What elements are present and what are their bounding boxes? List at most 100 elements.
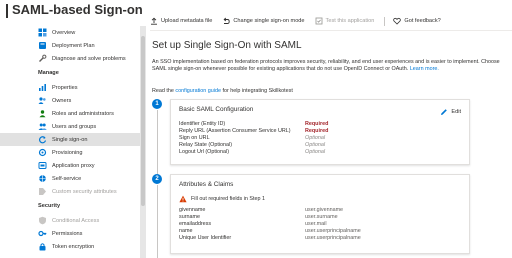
sidebar-item-roles[interactable]: Roles and administrators (0, 107, 140, 120)
attributes-claims-card: Attributes & Claims Fill out required fi… (170, 174, 470, 254)
sidebar-item-label: Application proxy (52, 162, 95, 169)
title-divider (6, 4, 8, 18)
refresh-icon (38, 135, 47, 144)
claim-value: user.userprincipalname (305, 228, 361, 234)
sidebar-item-token-encryption[interactable]: Token encryption (0, 240, 140, 253)
field-value: Optional (305, 135, 326, 141)
configuration-guide-link[interactable]: configuration guide (175, 88, 221, 94)
field-row: Identifier (Entity ID) Required (179, 121, 463, 128)
field-label: Relay State (Optional) (179, 142, 233, 148)
pencil-icon (440, 108, 448, 116)
sidebar-item-conditional-access[interactable]: Conditional Access (0, 214, 140, 227)
read-suffix: for help integrating Skillkotest (222, 88, 293, 94)
section-header-manage: Manage (38, 70, 59, 76)
card-title: Attributes & Claims (179, 181, 234, 188)
edit-button[interactable]: Edit (440, 108, 461, 116)
sidebar-item-provisioning[interactable]: Provisioning (0, 146, 140, 159)
lock-icon (38, 242, 47, 251)
sidebar-item-label: Single sign-on (52, 136, 88, 143)
test-application-button[interactable]: Test this application (315, 17, 375, 25)
sidebar-item-self-service[interactable]: Self-service (0, 172, 140, 185)
field-value: Required (305, 121, 329, 127)
upload-metadata-button[interactable]: Upload metadata file (150, 17, 212, 25)
warning-message: Fill out required fields in Step 1 (179, 195, 265, 203)
tag-icon (38, 187, 47, 196)
sidebar-item-label: Custom security attributes (52, 188, 117, 195)
sidebar-item-diagnose[interactable]: Diagnose and solve problems (0, 52, 140, 65)
section-header-security: Security (38, 203, 61, 209)
undo-icon (222, 17, 230, 25)
description-text: An SSO implementation based on federatio… (152, 59, 500, 72)
test-icon (315, 17, 323, 25)
page-title: SAML-based Sign-on (12, 2, 143, 17)
claim-value: user.surname (305, 214, 338, 220)
learn-more-link[interactable]: Learn more. (410, 66, 439, 72)
warning-icon (179, 195, 187, 203)
sidebar-scrollbar[interactable] (140, 26, 146, 258)
claim-label: givenname (179, 207, 206, 213)
upload-icon (150, 17, 158, 25)
sidebar-item-label: Deployment Plan (52, 42, 95, 49)
key-icon (38, 229, 47, 238)
sidebar-item-owners[interactable]: Owners (0, 94, 140, 107)
field-value: Optional (305, 142, 326, 148)
toolbar-separator (384, 16, 386, 26)
toolbar-divider (150, 30, 512, 31)
claim-value: user.userprincipalname (305, 235, 361, 241)
sidebar: Overview Deployment Plan Diagnose and so… (0, 26, 140, 258)
sidebar-item-label: Roles and administrators (52, 110, 114, 117)
change-sso-mode-button[interactable]: Change single sign-on mode (222, 17, 305, 25)
sidebar-item-overview[interactable]: Overview (0, 26, 140, 39)
field-value: Required (305, 128, 329, 134)
field-label: Sign on URL (179, 135, 210, 141)
users-icon (38, 122, 47, 131)
people-icon (38, 96, 47, 105)
step-1-badge: 1 (152, 99, 162, 109)
sidebar-item-properties[interactable]: Properties (0, 81, 140, 94)
claim-row: Unique User Identifier user.userprincipa… (179, 235, 463, 242)
bars-icon (38, 83, 47, 92)
claim-row: emailaddress user.mail (179, 221, 463, 228)
shield-icon (38, 216, 47, 225)
sidebar-item-label: Conditional Access (52, 217, 100, 224)
read-prefix: Read the (152, 88, 174, 94)
scrollbar-thumb[interactable] (141, 36, 145, 206)
claim-label: emailaddress (179, 221, 212, 227)
book-icon (38, 41, 47, 50)
sidebar-item-label: Provisioning (52, 149, 83, 156)
feedback-button[interactable]: Got feedback? (393, 17, 441, 25)
upload-metadata-label: Upload metadata file (161, 18, 213, 24)
edit-label: Edit (451, 109, 461, 115)
claim-label: Unique User Identifier (179, 235, 232, 241)
field-value: Optional (305, 149, 326, 155)
field-row: Relay State (Optional) Optional (179, 142, 463, 149)
sidebar-item-deployment-plan[interactable]: Deployment Plan (0, 39, 140, 52)
claim-row: surname user.surname (179, 214, 463, 221)
sidebar-item-label: Properties (52, 84, 78, 91)
cycle-icon (38, 148, 47, 157)
step-2-badge: 2 (152, 174, 162, 184)
basic-saml-configuration-card: Basic SAML Configuration Edit Identifier… (170, 99, 470, 165)
warning-text: Fill out required fields in Step 1 (191, 196, 266, 202)
sidebar-item-label: Diagnose and solve problems (52, 55, 126, 62)
feedback-label: Got feedback? (404, 18, 441, 24)
field-label: Identifier (Entity ID) (179, 121, 226, 127)
claim-value: user.mail (305, 221, 327, 227)
configuration-guide-line: Read the configuration guide for help in… (152, 88, 293, 94)
sidebar-item-permissions[interactable]: Permissions (0, 227, 140, 240)
sidebar-item-single-sign-on[interactable]: Single sign-on (0, 133, 140, 146)
heart-icon (393, 17, 402, 25)
field-row: Logout Url (Optional) Optional (179, 149, 463, 156)
claim-label: name (179, 228, 193, 234)
claim-row: name user.userprincipalname (179, 228, 463, 235)
claim-value: user.givenname (305, 207, 344, 213)
field-row: Sign on URL Optional (179, 135, 463, 142)
sidebar-item-label: Users and groups (52, 123, 97, 130)
sidebar-item-users-groups[interactable]: Users and groups (0, 120, 140, 133)
person-icon (38, 109, 47, 118)
sidebar-item-custom-security-attributes[interactable]: Custom security attributes (0, 185, 140, 198)
change-sso-mode-label: Change single sign-on mode (233, 18, 305, 24)
sidebar-item-application-proxy[interactable]: Application proxy (0, 159, 140, 172)
test-application-label: Test this application (325, 18, 375, 24)
sso-description: An SSO implementation based on federatio… (152, 59, 502, 73)
